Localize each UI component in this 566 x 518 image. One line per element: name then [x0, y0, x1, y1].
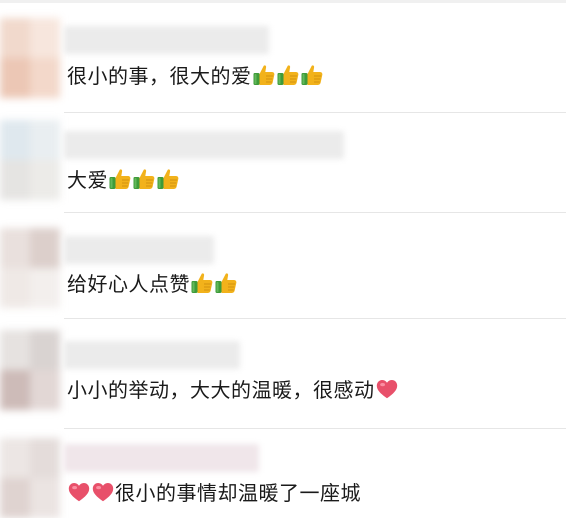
divider — [64, 112, 566, 113]
thumbs-up-icon — [190, 271, 214, 301]
heart-icon — [375, 377, 399, 407]
comment-message: 大爱 — [67, 168, 108, 192]
top-edge — [0, 0, 566, 3]
thumbs-up-icon — [300, 63, 324, 93]
thumbs-up-icon — [276, 63, 300, 93]
username-placeholder[interactable] — [64, 341, 240, 369]
comment-text: 很小的事情却温暖了一座城 — [67, 480, 361, 510]
heart-icon — [67, 480, 91, 510]
divider — [64, 212, 566, 213]
comment-text: 很小的事，很大的爱 — [67, 63, 324, 93]
thumbs-up-icon — [108, 167, 132, 197]
comment-text: 小小的举动，大大的温暖，很感动 — [67, 377, 399, 407]
comment-message: 很小的事情却温暖了一座城 — [115, 481, 361, 505]
divider — [64, 318, 566, 319]
comment-text: 大爱 — [67, 167, 180, 197]
avatar[interactable] — [0, 438, 60, 518]
thumbs-up-icon — [252, 63, 276, 93]
username-placeholder[interactable] — [64, 26, 269, 54]
comment-text: 给好心人点赞 — [67, 271, 238, 301]
avatar[interactable] — [0, 228, 60, 308]
username-placeholder[interactable] — [64, 131, 344, 159]
divider — [64, 428, 566, 429]
avatar[interactable] — [0, 120, 60, 200]
thumbs-up-icon — [156, 167, 180, 197]
username-placeholder[interactable] — [64, 444, 259, 472]
thumbs-up-icon — [132, 167, 156, 197]
comment-message: 很小的事，很大的爱 — [67, 64, 252, 88]
heart-icon — [91, 480, 115, 510]
avatar[interactable] — [0, 330, 60, 410]
avatar[interactable] — [0, 18, 60, 98]
thumbs-up-icon — [214, 271, 238, 301]
username-placeholder[interactable] — [64, 236, 214, 264]
comment-message: 给好心人点赞 — [67, 272, 190, 296]
comment-message: 小小的举动，大大的温暖，很感动 — [67, 378, 375, 402]
